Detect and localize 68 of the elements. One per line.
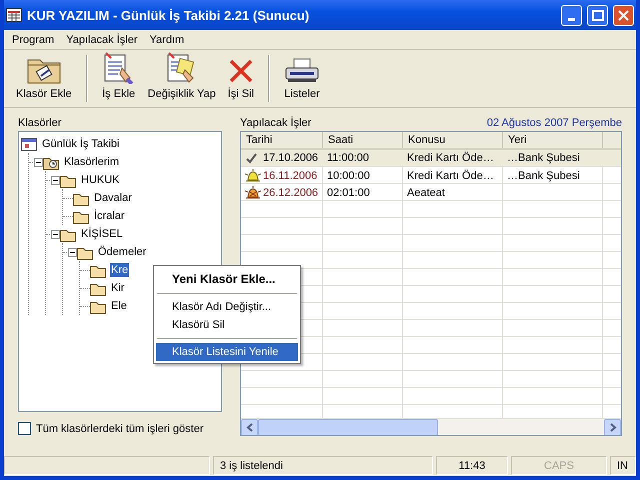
status-panel: 11:43 <box>436 456 508 475</box>
checkbox[interactable] <box>18 422 31 435</box>
tree-item[interactable]: KİŞİSEL <box>80 227 124 241</box>
menu-item[interactable]: Yardım <box>144 34 190 46</box>
table-row[interactable]: 26.12.2006 02:01:00 Aeateat <box>241 184 621 201</box>
date-label: 02 Ağustos 2007 Perşembe <box>486 116 622 128</box>
tree-item[interactable]: Kir <box>110 281 126 295</box>
bell-icon <box>245 186 261 199</box>
toolbar-button[interactable]: Klasör Ekle <box>10 52 78 105</box>
panel-label: Klasörler <box>18 116 62 128</box>
column-header[interactable]: Saati <box>323 132 403 148</box>
table-row[interactable]: 16.11.2006 10:00:00 Kredi Kartı Öde… …Bank Şubesi <box>241 167 621 184</box>
status-panel: 3 iş listelendi <box>213 456 433 475</box>
table-cell: 11:00:00 <box>327 152 370 164</box>
checkbox-label: Tüm klasörlerdeki tüm işleri göster <box>36 422 204 434</box>
bell-icon <box>245 169 261 182</box>
horizontal-scrollbar[interactable] <box>241 418 621 435</box>
toolbar-button[interactable]: Listeler <box>278 52 326 105</box>
table-cell: 17.10.2006 <box>263 152 318 164</box>
tree-item[interactable]: Ele <box>110 299 128 313</box>
table-cell: 16.11.2006 <box>263 170 318 182</box>
table-cell: Kredi Kartı Öde… <box>407 152 494 164</box>
toolbar-button[interactable]: İş Ekle <box>96 52 142 105</box>
status-panel: IN <box>610 456 636 475</box>
close-icon <box>618 10 629 20</box>
table-cell: Kredi Kartı Öde… <box>407 170 494 182</box>
menu-item[interactable]: Program <box>6 34 60 46</box>
close-button[interactable] <box>613 4 634 26</box>
tree-item[interactable]: Ödemeler <box>97 245 148 259</box>
tree-item[interactable]: Kre <box>110 263 130 277</box>
tree-item[interactable]: Günlük İş Takibi <box>41 137 120 151</box>
menu-item[interactable]: Klasör Adı Değiştir... <box>156 298 298 316</box>
tree-item[interactable]: HUKUK <box>80 173 121 187</box>
printer-icon <box>284 56 320 84</box>
collapse-toggle[interactable] <box>51 230 60 238</box>
column-header[interactable]: Tarihi <box>241 132 323 148</box>
window-title: KUR YAZILIM - Günlük İş Takibi 2.21 (Sunucu) <box>27 8 310 22</box>
menu-item[interactable]: Yapılacak İşler <box>60 34 144 46</box>
app-icon <box>6 8 22 22</box>
column-header[interactable]: Yeri <box>503 132 603 148</box>
table-cell: …Bank Şubesi <box>507 152 580 164</box>
menu-item[interactable]: Yeni Klasör Ekle... <box>156 268 298 289</box>
table-cell: 02:01:00 <box>327 186 370 198</box>
maximize-icon <box>592 10 604 20</box>
collapse-toggle[interactable] <box>34 158 43 166</box>
status-panel: CAPS <box>511 456 607 475</box>
collapse-toggle[interactable] <box>68 248 77 256</box>
table-cell: 10:00:00 <box>327 170 370 182</box>
tree-item[interactable]: Klasörlerim <box>63 155 120 169</box>
collapse-toggle[interactable] <box>51 176 60 184</box>
panel-label: Yapılacak İşler <box>240 116 312 128</box>
menu-item[interactable]: Klasör Listesini Yenile <box>156 343 298 361</box>
maximize-button[interactable] <box>587 4 608 26</box>
table-cell: 26.12.2006 <box>263 186 318 198</box>
minimize-button[interactable] <box>561 4 582 26</box>
menu-item[interactable]: Klasörü Sil <box>156 316 298 334</box>
toolbar-button[interactable]: Değişiklik Yap <box>142 52 222 105</box>
tree-item[interactable]: İcralar <box>93 209 126 223</box>
delete-icon <box>228 58 254 84</box>
table-row[interactable]: 17.10.2006 11:00:00 Kredi Kartı Öde… …Bank Şubesi <box>241 150 621 167</box>
calendar-icon <box>21 136 37 152</box>
table-cell: Aeateat <box>407 186 445 198</box>
tree-item[interactable]: Davalar <box>93 191 133 205</box>
column-header[interactable]: Konusu <box>403 132 503 148</box>
toolbar-button[interactable]: İşi Sil <box>222 52 260 105</box>
document-icon <box>102 52 136 84</box>
minimize-icon <box>568 18 575 21</box>
table-cell: …Bank Şubesi <box>507 170 580 182</box>
